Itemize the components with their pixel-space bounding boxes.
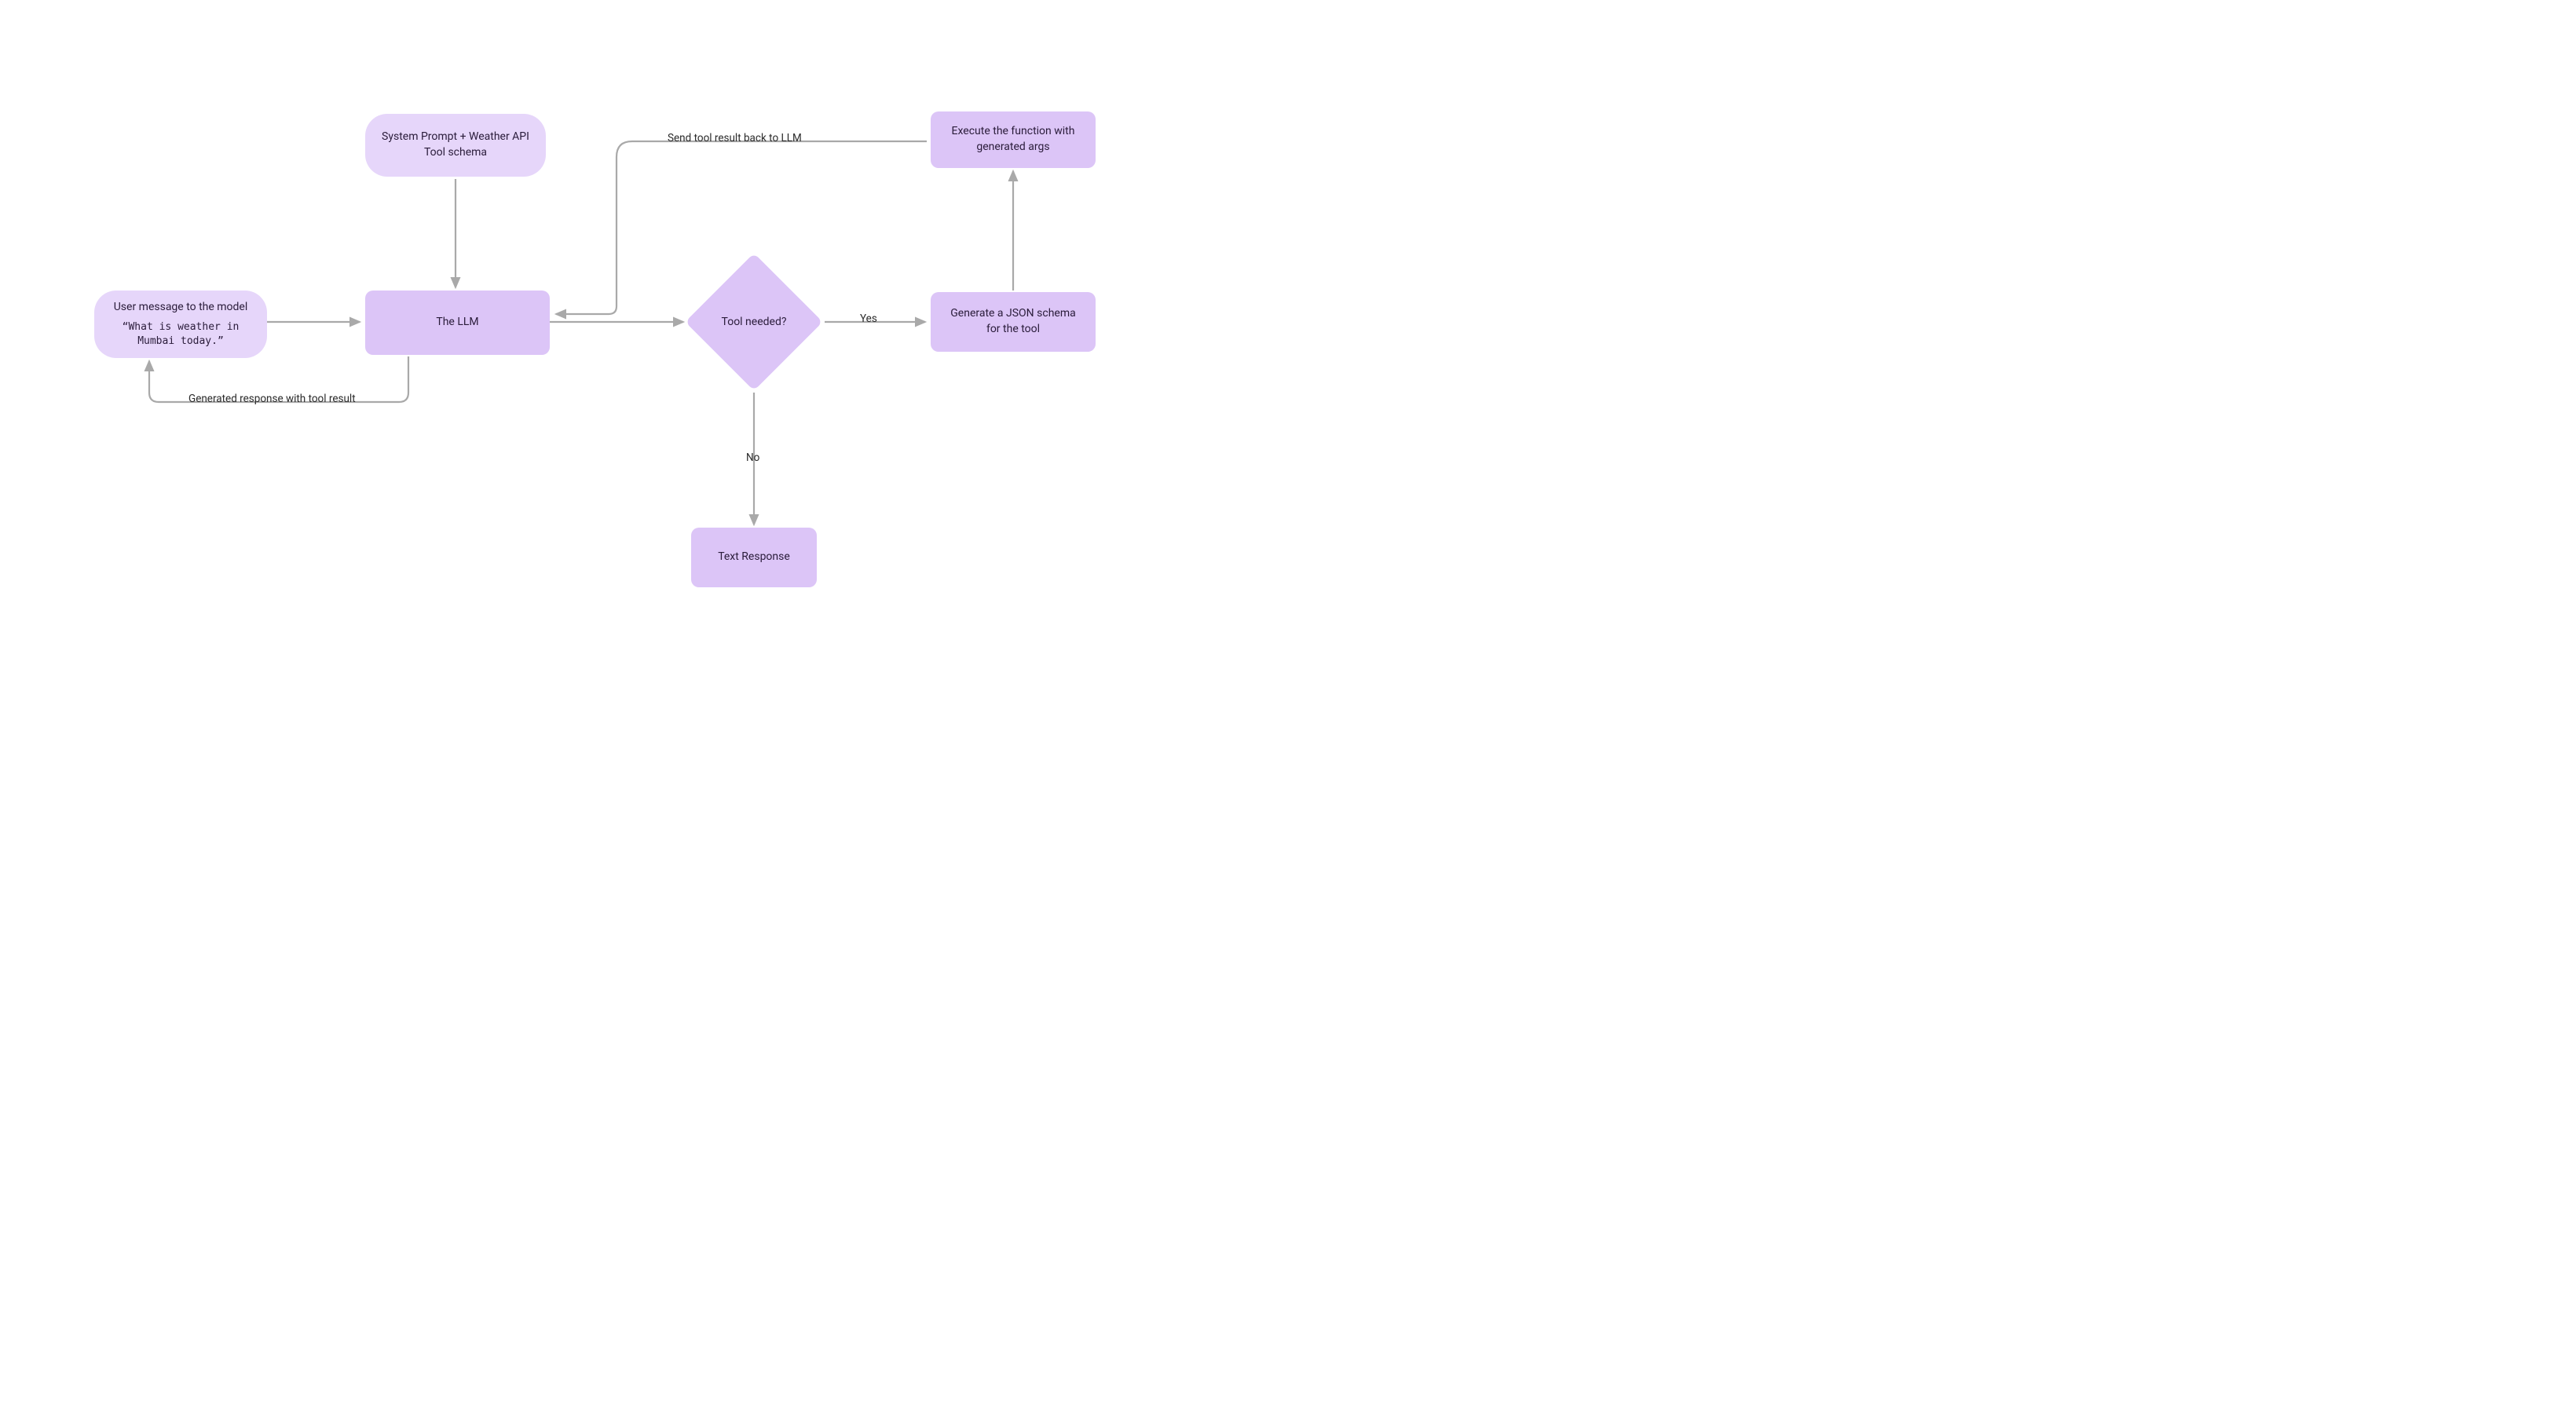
edge-label-yes: Yes — [860, 312, 877, 325]
node-tool-needed: Tool needed? — [705, 273, 803, 371]
user-message-title: User message to the model — [114, 300, 248, 316]
tool-needed-text: Tool needed? — [722, 315, 787, 329]
edge-label-no: No — [746, 451, 759, 464]
node-text-response: Text Response — [691, 528, 817, 587]
edge-label-generated-response: Generated response with tool result — [188, 393, 356, 405]
node-generate-json: Generate a JSON schema for the tool — [931, 292, 1096, 352]
system-prompt-text: System Prompt + Weather API Tool schema — [379, 130, 532, 160]
text-response-text: Text Response — [718, 550, 790, 565]
execute-function-text: Execute the function with generated args — [945, 124, 1081, 155]
node-user-message: User message to the model “What is weath… — [94, 291, 267, 358]
llm-text: The LLM — [436, 315, 478, 331]
node-llm: The LLM — [365, 291, 550, 355]
edge-label-send-tool-result: Send tool result back to LLM — [668, 132, 802, 144]
node-system-prompt: System Prompt + Weather API Tool schema — [365, 114, 546, 177]
user-message-example: “What is weather in Mumbai today.” — [108, 320, 253, 349]
node-execute-function: Execute the function with generated args — [931, 111, 1096, 168]
generate-json-text: Generate a JSON schema for the tool — [945, 306, 1081, 337]
